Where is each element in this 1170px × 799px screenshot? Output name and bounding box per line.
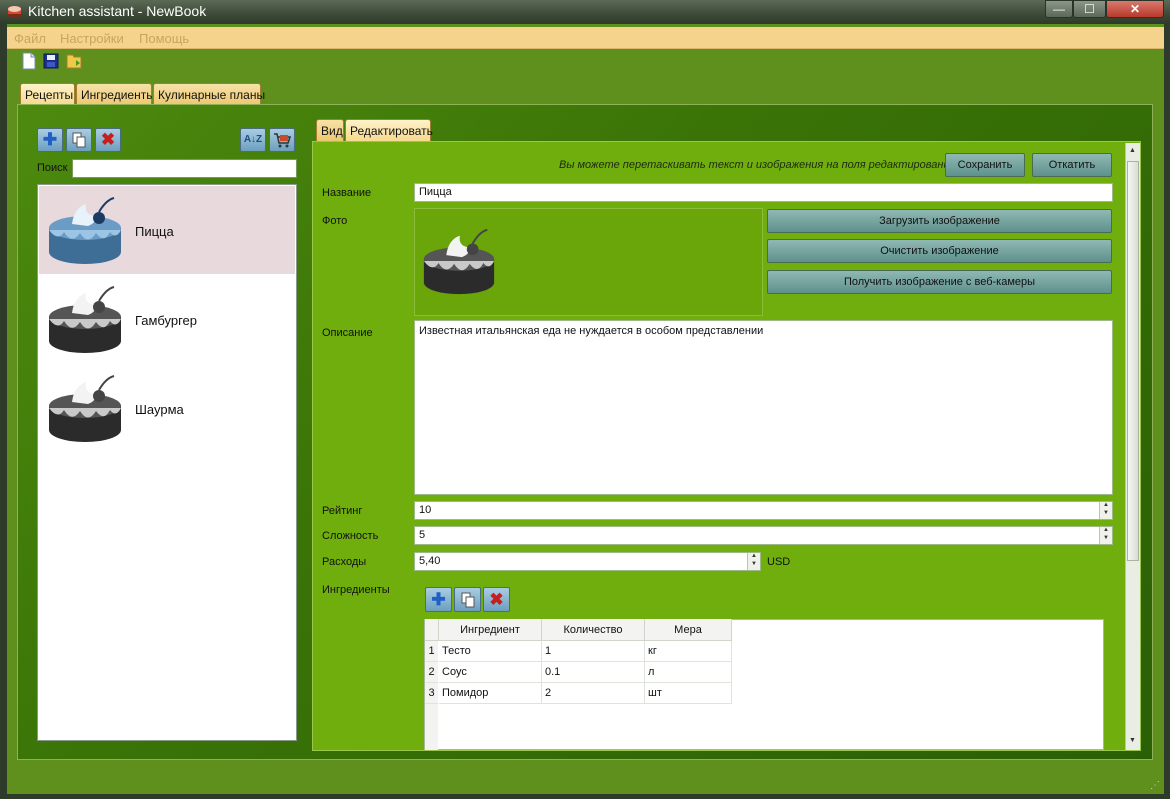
recipe-name: Гамбургер bbox=[135, 313, 197, 328]
tab-recipes[interactable]: Рецепты bbox=[20, 83, 75, 105]
drag-hint: Вы можете перетаскивать текст и изображе… bbox=[559, 159, 956, 171]
webcam-image-button[interactable]: Получить изображение с веб-камеры bbox=[767, 270, 1112, 294]
menu-settings[interactable]: Настройки bbox=[60, 31, 124, 46]
save-button[interactable]: Сохранить bbox=[945, 153, 1025, 177]
table-cell[interactable]: шт bbox=[645, 683, 732, 704]
menu-help[interactable]: Помощь bbox=[139, 31, 189, 46]
up-arrow-icon: ▲ bbox=[1103, 502, 1109, 508]
maximize-button[interactable]: ☐ bbox=[1073, 0, 1106, 18]
main-toolbar bbox=[7, 49, 1164, 75]
menu-bar: Файл Настройки Помощь bbox=[7, 27, 1164, 49]
cake-icon bbox=[49, 375, 121, 442]
table-cell[interactable]: Соус bbox=[439, 662, 542, 683]
table-cell[interactable]: Помидор bbox=[439, 683, 542, 704]
tab-edit[interactable]: Редактировать bbox=[345, 119, 433, 141]
difficulty-spinner[interactable]: ▲ ▼ bbox=[1099, 527, 1112, 544]
row-number: 3 bbox=[425, 683, 438, 704]
plus-icon: ✚ bbox=[42, 130, 58, 149]
recipe-name: Шаурма bbox=[135, 402, 184, 417]
row-number-gutter bbox=[425, 704, 438, 750]
recipe-list[interactable]: Пицца Гамбургер Шаурма bbox=[37, 184, 297, 741]
add-recipe-button[interactable]: ✚ bbox=[37, 128, 63, 152]
recipe-item-pizza[interactable]: Пицца bbox=[39, 186, 295, 274]
add-ingredient-button[interactable]: ✚ bbox=[425, 587, 452, 612]
window-title: Kitchen assistant - NewBook bbox=[28, 3, 207, 19]
search-label: Поиск bbox=[37, 162, 68, 174]
delete-ingredient-button[interactable]: ✖ bbox=[483, 587, 510, 612]
scroll-thumb[interactable] bbox=[1127, 161, 1139, 561]
save-icon[interactable] bbox=[43, 52, 59, 70]
tab-culinary-plans[interactable]: Кулинарные планы bbox=[153, 83, 265, 105]
copy-icon bbox=[461, 592, 474, 608]
cart-icon bbox=[274, 133, 292, 148]
sort-button[interactable]: A↓Z bbox=[240, 128, 266, 152]
copy-icon bbox=[72, 132, 86, 148]
close-button[interactable]: ✕ bbox=[1106, 0, 1164, 18]
difficulty-input[interactable]: 5 bbox=[414, 526, 1113, 545]
recipe-item-shawarma[interactable]: Шаурма bbox=[39, 364, 295, 452]
description-textarea[interactable]: Известная итальянская еда не нуждается в… bbox=[414, 320, 1113, 495]
new-file-icon[interactable] bbox=[21, 52, 37, 70]
down-arrow-icon: ▼ bbox=[751, 561, 757, 567]
currency-label: USD bbox=[767, 556, 791, 568]
recipe-name: Пицца bbox=[135, 224, 174, 239]
scroll-up-icon[interactable]: ▲ bbox=[1129, 147, 1136, 154]
cost-input[interactable]: 5,40 bbox=[414, 552, 761, 571]
rating-spinner[interactable]: ▲ ▼ bbox=[1099, 502, 1112, 519]
cake-icon bbox=[423, 228, 495, 295]
tab-view[interactable]: Вид bbox=[316, 119, 344, 141]
cost-spinner[interactable]: ▲ ▼ bbox=[747, 553, 760, 570]
name-label: Название bbox=[322, 187, 372, 199]
cake-icon bbox=[49, 197, 121, 264]
name-input[interactable]: Пицца bbox=[414, 183, 1113, 202]
minimize-button[interactable]: — bbox=[1045, 0, 1073, 18]
description-label: Описание bbox=[322, 327, 373, 339]
sort-az-icon: A↓Z bbox=[243, 134, 263, 145]
row-number: 1 bbox=[425, 641, 438, 662]
copy-recipe-button[interactable] bbox=[66, 128, 92, 152]
delete-icon: ✖ bbox=[100, 130, 116, 149]
rating-input[interactable]: 10 bbox=[414, 501, 1113, 520]
down-arrow-icon: ▼ bbox=[1103, 510, 1109, 516]
copy-ingredient-button[interactable] bbox=[454, 587, 481, 612]
up-arrow-icon: ▲ bbox=[1103, 527, 1109, 533]
clear-image-button[interactable]: Очистить изображение bbox=[767, 239, 1112, 263]
cost-label: Расходы bbox=[322, 556, 367, 568]
photo-area[interactable] bbox=[414, 208, 763, 316]
plus-icon: ✚ bbox=[431, 590, 446, 609]
delete-recipe-button[interactable]: ✖ bbox=[95, 128, 121, 152]
open-folder-icon[interactable] bbox=[66, 52, 82, 70]
table-cell[interactable]: 2 bbox=[542, 683, 645, 704]
recipe-item-hamburger[interactable]: Гамбургер bbox=[39, 275, 295, 363]
search-input[interactable] bbox=[72, 159, 297, 178]
cart-button[interactable] bbox=[269, 128, 295, 152]
app-icon bbox=[7, 6, 22, 18]
title-bar: Kitchen assistant - NewBook — ☐ ✕ bbox=[0, 0, 1170, 24]
load-image-button[interactable]: Загрузить изображение bbox=[767, 209, 1112, 233]
row-number: 2 bbox=[425, 662, 438, 683]
column-header-quantity[interactable]: Количество bbox=[542, 619, 645, 641]
difficulty-label: Сложность bbox=[322, 530, 379, 542]
up-arrow-icon: ▲ bbox=[751, 553, 757, 559]
rating-label: Рейтинг bbox=[322, 505, 363, 517]
column-header-ingredient[interactable]: Ингредиент bbox=[439, 619, 542, 641]
table-cell[interactable]: кг bbox=[645, 641, 732, 662]
resize-grip-icon[interactable]: ⋰ bbox=[1150, 780, 1160, 791]
table-cell[interactable]: 1 bbox=[542, 641, 645, 662]
table-cell[interactable]: Тесто bbox=[439, 641, 542, 662]
table-cell[interactable]: л bbox=[645, 662, 732, 683]
edit-scrollbar[interactable]: ▲ ▼ bbox=[1125, 143, 1140, 750]
menu-file[interactable]: Файл bbox=[14, 31, 46, 46]
table-cell[interactable]: 0.1 bbox=[542, 662, 645, 683]
down-arrow-icon: ▼ bbox=[1103, 535, 1109, 541]
photo-label: Фото bbox=[322, 215, 348, 227]
delete-icon: ✖ bbox=[489, 590, 504, 609]
column-header-unit[interactable]: Мера bbox=[645, 619, 732, 641]
tab-ingredients[interactable]: Ингредиенты bbox=[76, 83, 155, 105]
cake-icon bbox=[49, 286, 121, 353]
ingredients-label: Ингредиенты bbox=[322, 584, 390, 596]
scroll-down-icon[interactable]: ▼ bbox=[1129, 737, 1136, 744]
table-corner bbox=[425, 619, 439, 641]
revert-button[interactable]: Откатить bbox=[1032, 153, 1112, 177]
